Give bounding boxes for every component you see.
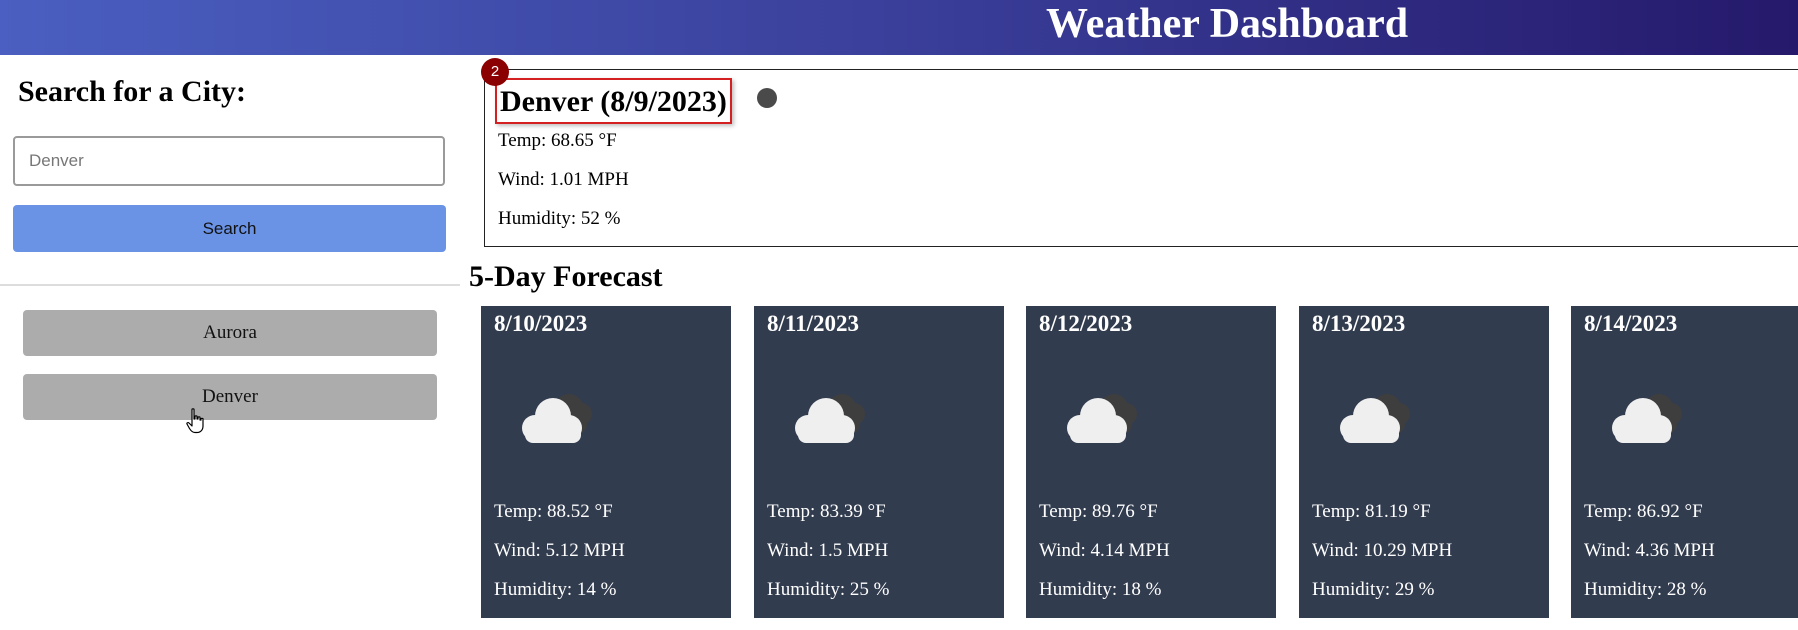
page-title: Weather Dashboard [1046,1,1409,47]
city-search-input[interactable] [13,136,445,186]
forecast-date: 8/13/2023 [1312,311,1406,336]
weather-icon [757,88,777,108]
current-weather-panel: Denver (8/9/2023) 2 Temp: 68.65 °F Wind:… [481,58,1798,247]
search-button[interactable]: Search [13,205,446,252]
forecast-wind: Wind: 4.14 MPH [1039,540,1170,561]
search-heading: Search for a City: [18,75,247,108]
page-header: Weather Dashboard [0,0,1798,55]
forecast-card: 8/12/2023 Temp: 89.76 °F Wind: 4.14 MPH Hum… [1026,306,1276,618]
forecast-card: 8/13/2023 Temp: 81.19 °F Wind: 10.29 MPH Hu… [1299,306,1549,618]
current-city-title-text: Denver (8/9/2023) [500,85,727,118]
forecast-wind: Wind: 10.29 MPH [1312,540,1453,561]
forecast-humidity: Humidity: 28 % [1584,579,1707,600]
forecast-humidity: Humidity: 29 % [1312,579,1435,600]
annotation-badge: 2 [481,58,509,86]
cloudy-icon [1601,386,1693,448]
forecast-card: 8/10/2023 Temp: 88.52 °F Wind: 5.12 MPH Hum… [481,306,731,618]
cloudy-icon [784,386,876,448]
current-city-title: Denver (8/9/2023) 2 [481,58,732,124]
forecast-temp: Temp: 86.92 °F [1584,501,1703,522]
history-button-aurora[interactable]: Aurora [23,310,437,356]
forecast-date: 8/11/2023 [767,311,860,336]
cloudy-icon [1329,386,1421,448]
forecast-date: 8/12/2023 [1039,311,1133,336]
current-humidity: Humidity: 52 % [498,208,621,229]
forecast-temp: Temp: 83.39 °F [767,501,886,522]
forecast-heading: 5-Day Forecast [469,260,663,293]
forecast-wind: Wind: 4.36 MPH [1584,540,1715,561]
forecast-wind: Wind: 1.5 MPH [767,540,889,561]
cloudy-icon [511,386,603,448]
current-wind: Wind: 1.01 MPH [498,169,629,190]
forecast-temp: Temp: 88.52 °F [494,501,613,522]
forecast-date: 8/14/2023 [1584,311,1678,336]
forecast-card: 8/14/2023 Temp: 86.92 °F Wind: 4.36 MPH Hum… [1571,306,1798,618]
current-temp: Temp: 68.65 °F [498,130,617,151]
forecast-temp: Temp: 89.76 °F [1039,501,1158,522]
forecast-humidity: Humidity: 25 % [767,579,890,600]
forecast-humidity: Humidity: 14 % [494,579,617,600]
cloudy-icon [1056,386,1148,448]
forecast-humidity: Humidity: 18 % [1039,579,1162,600]
history-button-denver[interactable]: Denver [23,374,437,420]
search-sidebar: Search for a City: Search Aurora Denver [0,55,460,630]
forecast-card: 8/11/2023 Temp: 83.39 °F Wind: 1.5 MPH Humi… [754,306,1004,618]
sidebar-divider [0,284,460,286]
forecast-wind: Wind: 5.12 MPH [494,540,625,561]
forecast-temp: Temp: 81.19 °F [1312,501,1431,522]
forecast-date: 8/10/2023 [494,311,588,336]
